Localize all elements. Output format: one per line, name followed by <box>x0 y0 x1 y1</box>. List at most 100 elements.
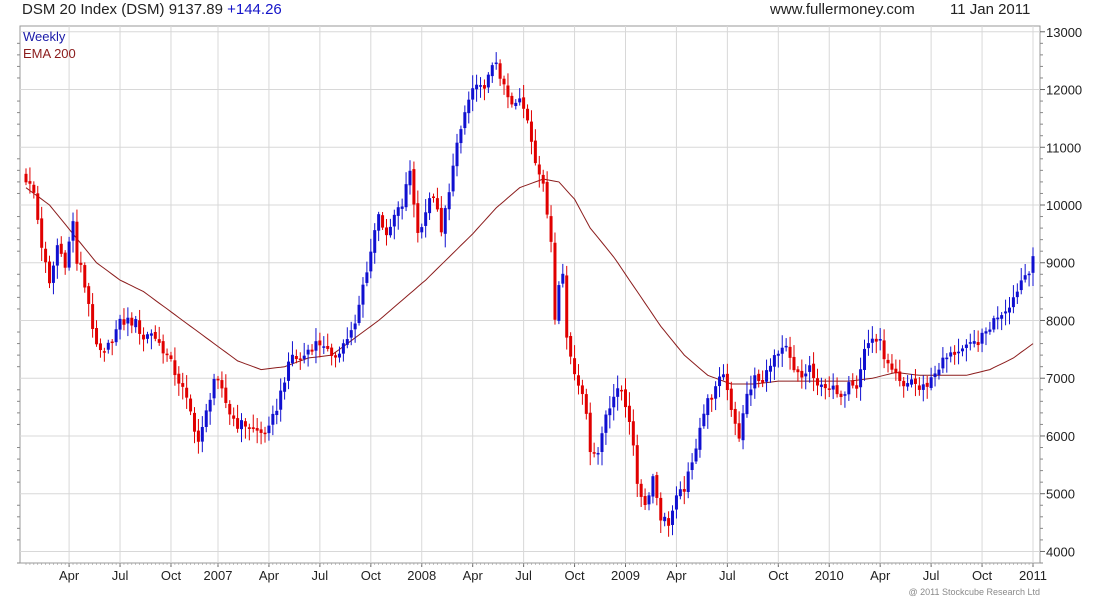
candle-body <box>502 78 506 85</box>
candle-body <box>553 242 557 320</box>
candle-body <box>48 261 52 284</box>
candle-body <box>169 355 173 360</box>
candle-body <box>251 427 255 429</box>
candle-body <box>28 181 32 184</box>
candle-body <box>859 369 863 388</box>
candle-body <box>428 198 432 214</box>
candle-body <box>725 373 729 391</box>
candle-body <box>804 373 808 377</box>
y-tick-label: 4000 <box>1046 544 1075 559</box>
candle-body <box>690 462 694 471</box>
candle-body <box>91 304 95 329</box>
chart-svg: 13000 12000 11000 10000 9000 8000 7000 6000 5000… <box>17 25 1082 583</box>
y-tick-label: 8000 <box>1046 313 1075 328</box>
candle-body <box>1015 291 1019 298</box>
candle-body <box>149 333 153 336</box>
candle-body <box>392 214 396 227</box>
candle-body <box>122 319 126 325</box>
candle-body <box>718 376 722 387</box>
candle-body <box>631 421 635 446</box>
candle-body <box>67 241 71 268</box>
candle-body <box>953 351 957 355</box>
site-url[interactable]: www.fullermoney.com <box>770 1 915 18</box>
candle-body <box>945 357 949 360</box>
candle-body <box>788 346 792 358</box>
candle-body <box>263 432 267 435</box>
x-tick-label: Jul <box>923 568 940 583</box>
candle-body <box>874 338 878 342</box>
candle-body <box>576 375 580 386</box>
candle-body <box>537 164 541 175</box>
candle-body <box>349 330 353 338</box>
candle-body <box>126 317 130 324</box>
candle-body <box>432 196 436 198</box>
candle-body <box>702 413 706 427</box>
y-tick-label: 5000 <box>1046 487 1075 502</box>
candle-body <box>102 351 106 353</box>
candle-body <box>396 207 400 216</box>
candle-body <box>173 360 177 376</box>
x-tick-label: Apr <box>259 568 280 583</box>
candle-body <box>635 445 639 484</box>
candle-body <box>776 353 780 356</box>
candle-body <box>812 363 816 379</box>
y-tick-label: 7000 <box>1046 371 1075 386</box>
candle-body <box>866 343 870 349</box>
candle-body <box>729 388 733 410</box>
candle-body <box>153 331 157 339</box>
candle-body <box>1011 297 1015 308</box>
candle-body <box>200 426 204 442</box>
candle-body <box>569 336 573 357</box>
candle-body <box>224 387 228 403</box>
candle-body <box>439 207 443 233</box>
candle-body <box>75 221 79 264</box>
y-tick-label: 13000 <box>1046 25 1082 40</box>
x-tick-label: Jul <box>112 568 129 583</box>
candle-body <box>976 342 980 346</box>
candle-body <box>663 516 667 522</box>
candle-body <box>902 380 906 387</box>
candle-body <box>984 331 988 334</box>
candle-body <box>678 489 682 497</box>
candle-up <box>557 281 561 325</box>
candle-body <box>334 355 338 358</box>
candle-down <box>553 232 557 325</box>
candle-body <box>267 425 271 434</box>
candle-body <box>55 245 59 266</box>
candle-body <box>733 408 737 424</box>
candle-body <box>318 340 322 346</box>
candle-body <box>44 248 48 263</box>
candle-body <box>784 345 788 348</box>
x-tick-label: Jul <box>719 568 736 583</box>
candle-body <box>674 495 678 510</box>
candle-body <box>482 85 486 89</box>
candle-body <box>573 358 577 375</box>
candle-body <box>620 389 624 392</box>
candle-body <box>612 396 616 408</box>
candle-body <box>498 63 502 79</box>
candle-body <box>819 384 823 387</box>
candle-body <box>384 227 388 236</box>
candle-body <box>749 389 753 396</box>
candle-body <box>110 341 114 344</box>
candle-body <box>906 383 910 387</box>
candle-body <box>467 99 471 114</box>
candle-body <box>287 361 291 381</box>
x-tick-label: 2009 <box>611 568 640 583</box>
y-tick-label: 6000 <box>1046 429 1075 444</box>
candle-body <box>894 368 898 374</box>
candle-body <box>185 387 189 398</box>
candle-body <box>541 174 545 184</box>
candle-body <box>988 329 992 332</box>
candle-body <box>831 385 835 390</box>
candle-body <box>490 65 494 77</box>
candle-body <box>1023 275 1027 280</box>
candle-body <box>404 184 408 208</box>
candle-body <box>455 142 459 167</box>
candle-body <box>800 370 804 378</box>
candle-body <box>279 390 283 410</box>
candle-body <box>87 286 91 304</box>
x-tick-label: Oct <box>161 568 182 583</box>
candle-body <box>95 328 99 345</box>
candle-body <box>765 370 769 382</box>
